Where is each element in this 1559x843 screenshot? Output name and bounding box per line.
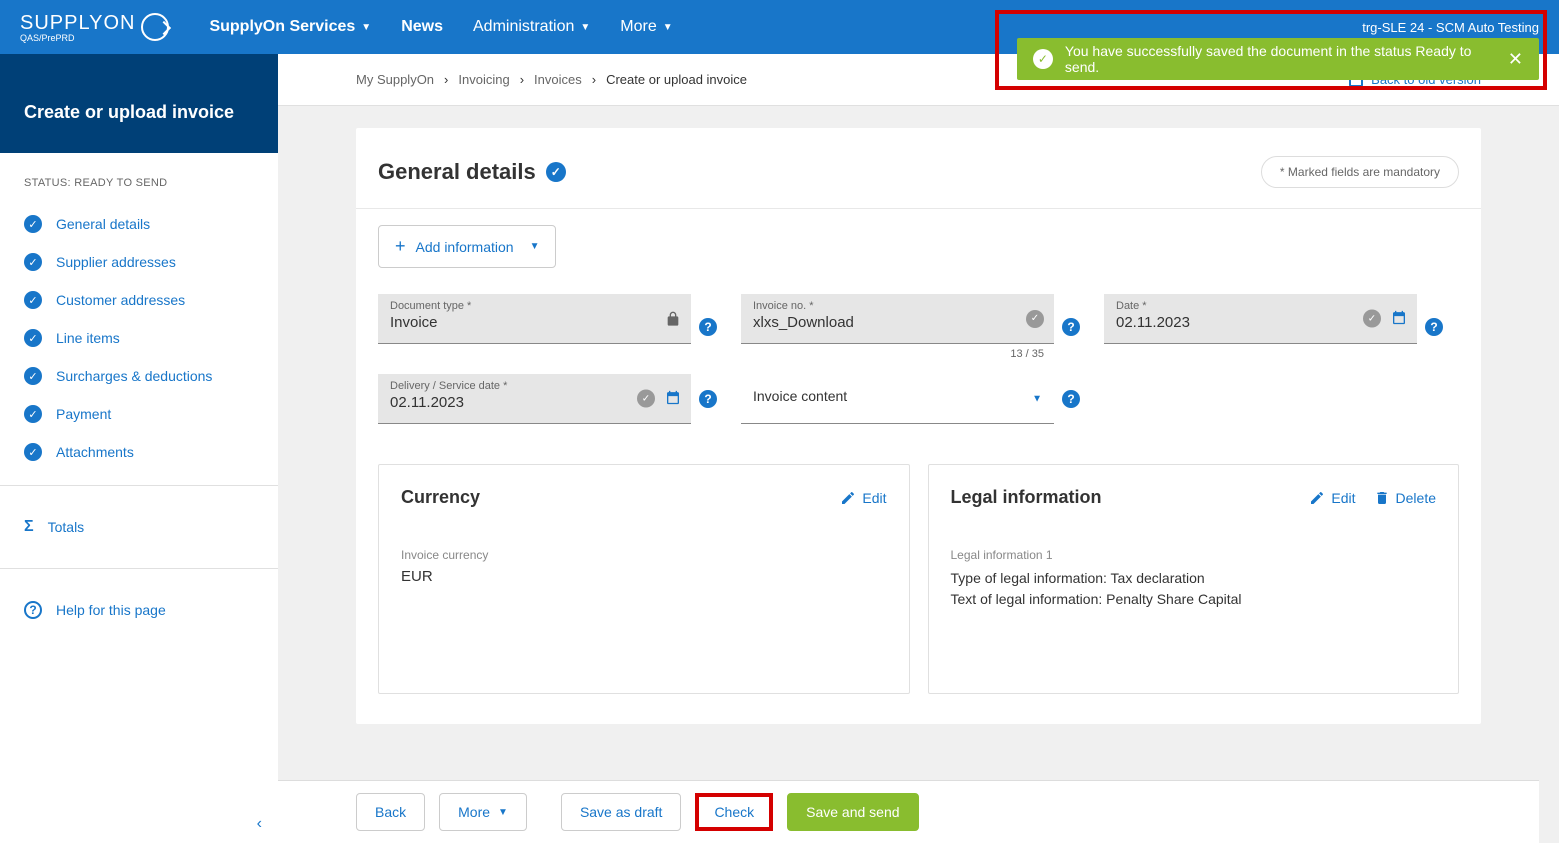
breadcrumb-home[interactable]: My SupplyOn — [356, 72, 434, 87]
general-details-card: General details ✓ * Marked fields are ma… — [356, 128, 1481, 724]
legal-card: Legal information Edit Delete — [928, 464, 1460, 694]
nav-services[interactable]: SupplyOn Services▼ — [209, 18, 371, 36]
sidebar-item-surcharges[interactable]: ✓Surcharges & deductions — [24, 357, 254, 395]
check-icon: ✓ — [637, 390, 655, 408]
breadcrumb-current: Create or upload invoice — [606, 72, 747, 87]
caret-down-icon: ▼ — [1032, 393, 1042, 404]
sidebar-item-payment[interactable]: ✓Payment — [24, 395, 254, 433]
notification-highlight: ✓ You have successfully saved the docume… — [995, 10, 1547, 90]
nav-news[interactable]: News — [401, 18, 443, 36]
card-title: General details ✓ — [378, 159, 566, 185]
currency-label: Invoice currency — [401, 548, 887, 562]
save-draft-button[interactable]: Save as draft — [561, 793, 682, 831]
date-field[interactable]: Date * ✓ — [1104, 294, 1417, 344]
help-icon[interactable]: ? — [1062, 318, 1080, 336]
caret-down-icon: ▼ — [580, 22, 590, 33]
save-send-button[interactable]: Save and send — [787, 793, 918, 831]
caret-down-icon: ▼ — [361, 22, 371, 33]
char-counter: 13 / 35 — [741, 344, 1054, 360]
document-type-input — [390, 314, 679, 331]
currency-card: Currency Edit Invoice currency EUR — [378, 464, 910, 694]
breadcrumb-invoicing[interactable]: Invoicing — [458, 72, 509, 87]
help-icon[interactable]: ? — [699, 318, 717, 336]
document-type-field: Document type * — [378, 294, 691, 344]
calendar-icon[interactable] — [665, 389, 681, 408]
check-icon: ✓ — [24, 215, 42, 233]
logo[interactable]: SUPPLYON QAS/PrePRD — [20, 12, 169, 43]
legal-line1: Type of legal information: Tax declarati… — [951, 568, 1437, 589]
check-icon: ✓ — [24, 367, 42, 385]
edit-legal-button[interactable]: Edit — [1309, 490, 1355, 506]
nav-more[interactable]: More▼ — [620, 18, 672, 36]
delivery-date-field[interactable]: Delivery / Service date * ✓ — [378, 374, 691, 424]
lock-icon — [665, 311, 681, 327]
caret-down-icon: ▼ — [498, 807, 508, 818]
form-grid: Document type * ? Invoice no. * ✓ — [356, 294, 1481, 464]
pencil-icon — [840, 490, 856, 506]
sidebar-title: Create or upload invoice — [0, 54, 278, 153]
notification-text: You have successfully saved the document… — [1065, 43, 1508, 75]
nav-admin[interactable]: Administration▼ — [473, 18, 590, 36]
sidebar: Create or upload invoice STATUS: READY T… — [0, 54, 278, 843]
sidebar-item-general[interactable]: ✓General details — [24, 205, 254, 243]
currency-value: EUR — [401, 568, 887, 585]
sidebar-status: STATUS: READY TO SEND — [0, 153, 278, 205]
invoice-no-field[interactable]: Invoice no. * ✓ — [741, 294, 1054, 344]
edit-currency-button[interactable]: Edit — [840, 490, 886, 506]
sidebar-totals[interactable]: Σ Totals — [0, 500, 278, 554]
help-icon[interactable]: ? — [1062, 390, 1080, 408]
sidebar-help[interactable]: ? Help for this page — [0, 583, 278, 637]
help-icon[interactable]: ? — [1425, 318, 1443, 336]
help-icon[interactable]: ? — [699, 390, 717, 408]
legal-line2: Text of legal information: Penalty Share… — [951, 589, 1437, 610]
delete-legal-button[interactable]: Delete — [1374, 490, 1436, 506]
main-nav: SupplyOn Services▼ News Administration▼ … — [209, 18, 672, 36]
sidebar-item-customer[interactable]: ✓Customer addresses — [24, 281, 254, 319]
question-icon: ? — [24, 601, 42, 619]
check-icon: ✓ — [24, 291, 42, 309]
breadcrumb-invoices[interactable]: Invoices — [534, 72, 582, 87]
sidebar-item-supplier[interactable]: ✓Supplier addresses — [24, 243, 254, 281]
caret-down-icon: ▼ — [530, 241, 540, 252]
plus-icon: + — [395, 236, 406, 257]
legal-title: Legal information — [951, 487, 1102, 508]
check-button[interactable]: Check — [695, 793, 773, 831]
mandatory-note: * Marked fields are mandatory — [1261, 156, 1459, 188]
date-input[interactable] — [1116, 314, 1405, 331]
success-notification: ✓ You have successfully saved the docume… — [1017, 38, 1539, 80]
logo-text: SUPPLYON — [20, 12, 135, 35]
delivery-date-input[interactable] — [390, 394, 679, 411]
collapse-sidebar-icon[interactable]: ‹ — [257, 815, 262, 833]
trash-icon — [1374, 490, 1390, 506]
caret-down-icon: ▼ — [663, 22, 673, 33]
currency-title: Currency — [401, 487, 480, 508]
legal-sub-label: Legal information 1 — [951, 548, 1437, 562]
check-icon: ✓ — [24, 443, 42, 461]
divider — [0, 485, 278, 486]
check-icon: ✓ — [1026, 310, 1044, 328]
more-button[interactable]: More ▼ — [439, 793, 527, 831]
main-content: My SupplyOn› Invoicing› Invoices› Create… — [278, 54, 1559, 843]
invoice-no-input[interactable] — [753, 314, 1042, 331]
sidebar-item-lines[interactable]: ✓Line items — [24, 319, 254, 357]
add-information-button[interactable]: + Add information ▼ — [378, 225, 556, 268]
logo-icon — [141, 13, 169, 41]
sigma-icon: Σ — [24, 518, 34, 536]
check-icon: ✓ — [1033, 49, 1053, 69]
check-icon: ✓ — [24, 253, 42, 271]
back-button[interactable]: Back — [356, 793, 425, 831]
invoice-content-select[interactable]: Invoice content ▼ — [741, 374, 1054, 424]
divider — [0, 568, 278, 569]
calendar-icon[interactable] — [1391, 309, 1407, 328]
action-footer: Back More ▼ Save as draft Check Save and… — [278, 780, 1539, 843]
pencil-icon — [1309, 490, 1325, 506]
sidebar-item-attachments[interactable]: ✓Attachments — [24, 433, 254, 471]
sidebar-nav: ✓General details ✓Supplier addresses ✓Cu… — [0, 205, 278, 471]
check-icon: ✓ — [1363, 310, 1381, 328]
check-icon: ✓ — [24, 329, 42, 347]
check-icon: ✓ — [546, 162, 566, 182]
check-icon: ✓ — [24, 405, 42, 423]
close-icon[interactable]: ✕ — [1508, 49, 1523, 70]
